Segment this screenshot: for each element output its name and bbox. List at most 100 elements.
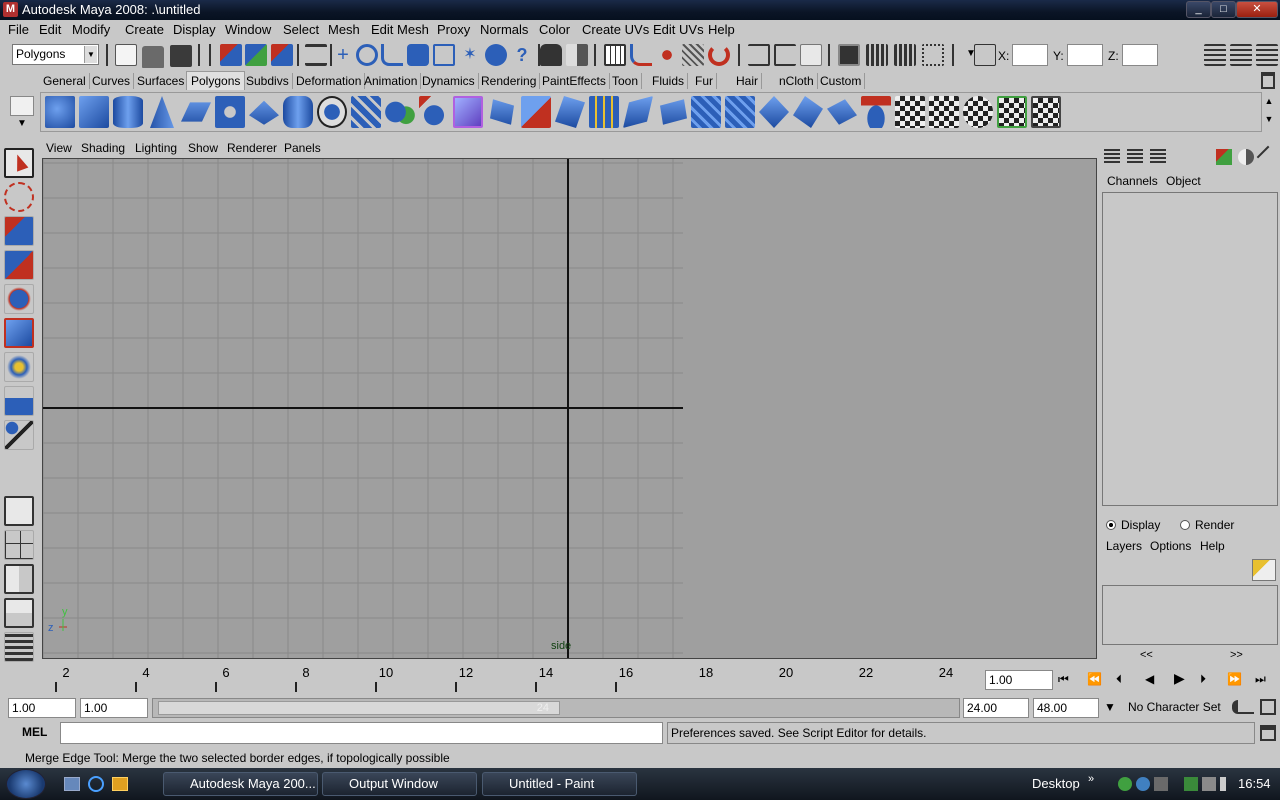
start-button[interactable] (6, 769, 46, 799)
lock-selection-icon[interactable] (540, 44, 562, 66)
scroll-right-button[interactable]: >> (1230, 649, 1243, 661)
x-field[interactable] (1012, 44, 1048, 66)
extrude-icon[interactable] (490, 99, 514, 125)
z-field[interactable] (1122, 44, 1158, 66)
menu-help[interactable]: Help (708, 22, 735, 37)
go-to-end-icon[interactable]: ⏭ (1255, 672, 1266, 687)
automatic-mapping-icon[interactable] (997, 96, 1027, 128)
shelf-tab-subdivs[interactable]: Subdivs (243, 73, 293, 89)
chevron-down-icon[interactable]: ▼ (1104, 700, 1116, 714)
clock[interactable]: 16:54 (1238, 776, 1271, 791)
paint-select-tool-icon[interactable] (4, 216, 34, 246)
play-forward-icon[interactable]: ▶ (1174, 670, 1185, 687)
range-track[interactable]: 24 (152, 698, 960, 718)
shelf-scroll-down-icon[interactable]: ▼ (1262, 114, 1276, 128)
pick-joints-icon[interactable] (356, 44, 378, 66)
merge-edge-icon[interactable] (725, 96, 755, 128)
menu-proxy[interactable]: Proxy (437, 22, 470, 37)
shelf-tab-ncloth[interactable]: nCloth (776, 73, 818, 89)
play-backward-icon[interactable]: ◀ (1145, 672, 1154, 686)
shelf-tab-hair[interactable]: Hair (733, 73, 763, 89)
menu-display[interactable]: Display (173, 22, 216, 37)
pick-misc-icon[interactable]: ? (511, 44, 533, 66)
panel-menu-show[interactable]: Show (188, 141, 218, 155)
menu-create-uvs[interactable]: Create UVs (582, 22, 649, 37)
menu-mesh[interactable]: Mesh (328, 22, 360, 37)
tool-settings-icon[interactable] (1238, 149, 1254, 165)
poly-cylinder-icon[interactable] (113, 96, 143, 128)
menu-set-dropdown[interactable]: Polygons ▼ (12, 44, 99, 65)
step-back-key-icon[interactable]: ⏪ (1087, 672, 1102, 686)
poly-pipe-icon[interactable] (283, 96, 313, 128)
shelf-tab-curves[interactable]: Curves (89, 73, 135, 89)
shelf-tab-general[interactable]: General (40, 73, 90, 89)
minimize-button[interactable]: _ (1186, 1, 1211, 18)
shelf-tab-fur[interactable]: Fur (692, 73, 717, 89)
shelf-tab-rendering[interactable]: Rendering (478, 73, 541, 89)
panel-menu-renderer[interactable]: Renderer (227, 141, 277, 155)
save-scene-icon[interactable] (170, 45, 192, 67)
universal-manipulator-icon[interactable] (4, 352, 34, 382)
pick-dynamics-icon[interactable]: ✶ (459, 44, 481, 66)
poly-plane-icon[interactable] (181, 102, 211, 122)
open-scene-icon[interactable] (142, 46, 164, 68)
shelf-tab-fluids[interactable]: Fluids (649, 73, 689, 89)
bevel-icon[interactable] (759, 96, 789, 128)
panel-menu-shading[interactable]: Shading (81, 141, 125, 155)
shelf-tab-toon[interactable]: Toon (609, 73, 643, 89)
poly-helix-icon[interactable] (317, 96, 347, 128)
move-tool-icon[interactable] (4, 250, 34, 280)
start-time-field[interactable]: 1.00 (8, 698, 76, 718)
desktop-toolbar-label[interactable]: Desktop (1032, 776, 1080, 791)
select-by-object-icon[interactable] (245, 44, 267, 66)
shelf-tab-painteffects[interactable]: PaintEffects (539, 73, 610, 89)
shelf-options-icon[interactable] (10, 96, 34, 116)
bridge-icon[interactable] (521, 96, 551, 128)
maximize-button[interactable]: □ (1211, 1, 1236, 18)
soft-modification-icon[interactable] (4, 386, 34, 416)
show-tool-settings-icon[interactable] (1230, 44, 1252, 66)
pick-rendering-icon[interactable] (485, 44, 507, 66)
layers-menu[interactable]: Layers (1106, 539, 1142, 553)
offset-edge-loop-icon[interactable] (660, 99, 687, 125)
numeric-input-icon[interactable] (974, 44, 996, 66)
combine-icon[interactable] (351, 96, 381, 128)
persp-outliner-icon[interactable] (4, 564, 34, 594)
step-forward-key-icon[interactable]: ⏩ (1227, 672, 1242, 686)
media-player-icon[interactable] (112, 777, 128, 791)
poly-cube-icon[interactable] (79, 96, 109, 128)
render-settings-icon[interactable] (922, 44, 944, 66)
go-to-start-icon[interactable]: ⏮ (1058, 672, 1069, 687)
tray-volume-icon[interactable] (1220, 777, 1232, 791)
menu-color[interactable]: Color (539, 22, 570, 37)
shelf-tab-animation[interactable]: Animation (361, 73, 422, 89)
render-view-icon[interactable] (838, 44, 860, 66)
single-perspective-view-icon[interactable] (4, 496, 34, 526)
trash-icon[interactable] (1261, 72, 1275, 89)
snap-to-view-plane-icon[interactable] (682, 44, 704, 66)
select-by-component-icon[interactable] (271, 44, 293, 66)
hypershade-persp-icon[interactable] (4, 632, 34, 662)
spherical-mapping-icon[interactable] (963, 96, 993, 128)
pick-curve-icon[interactable] (381, 44, 403, 66)
taskbar-paint-button[interactable]: Untitled - Paint (482, 772, 637, 796)
taskbar-maya-button[interactable]: Autodesk Maya 200... (163, 772, 318, 796)
selection-mask-icon[interactable] (305, 44, 327, 66)
four-view-icon[interactable] (4, 530, 34, 560)
panel-menu-lighting[interactable]: Lighting (135, 141, 177, 155)
show-channel-box-icon[interactable] (1256, 44, 1278, 66)
separate-icon[interactable] (385, 96, 415, 128)
mel-input[interactable] (60, 722, 663, 744)
split-polygon-icon[interactable] (589, 96, 619, 128)
persp-graph-icon[interactable] (4, 598, 34, 628)
object-tab[interactable]: Object (1166, 174, 1201, 188)
taskbar-output-window-button[interactable]: Output Window (322, 772, 477, 796)
layer-editor-only-icon[interactable] (1150, 149, 1166, 163)
poly-sphere-icon[interactable] (45, 96, 75, 128)
shelf-tab-dynamics[interactable]: Dynamics (419, 73, 479, 89)
time-slider[interactable]: 2 4 6 8 10 12 14 16 18 20 22 24 1.00 ⏮ ⏪ ⏴ ◀ ▶ ⏵ ⏩ … (0, 662, 1280, 696)
snap-to-curve-icon[interactable] (630, 44, 652, 66)
channels-tab[interactable]: Channels (1107, 174, 1158, 188)
scroll-left-button[interactable]: << (1140, 649, 1153, 661)
menu-file[interactable]: File (8, 22, 29, 37)
